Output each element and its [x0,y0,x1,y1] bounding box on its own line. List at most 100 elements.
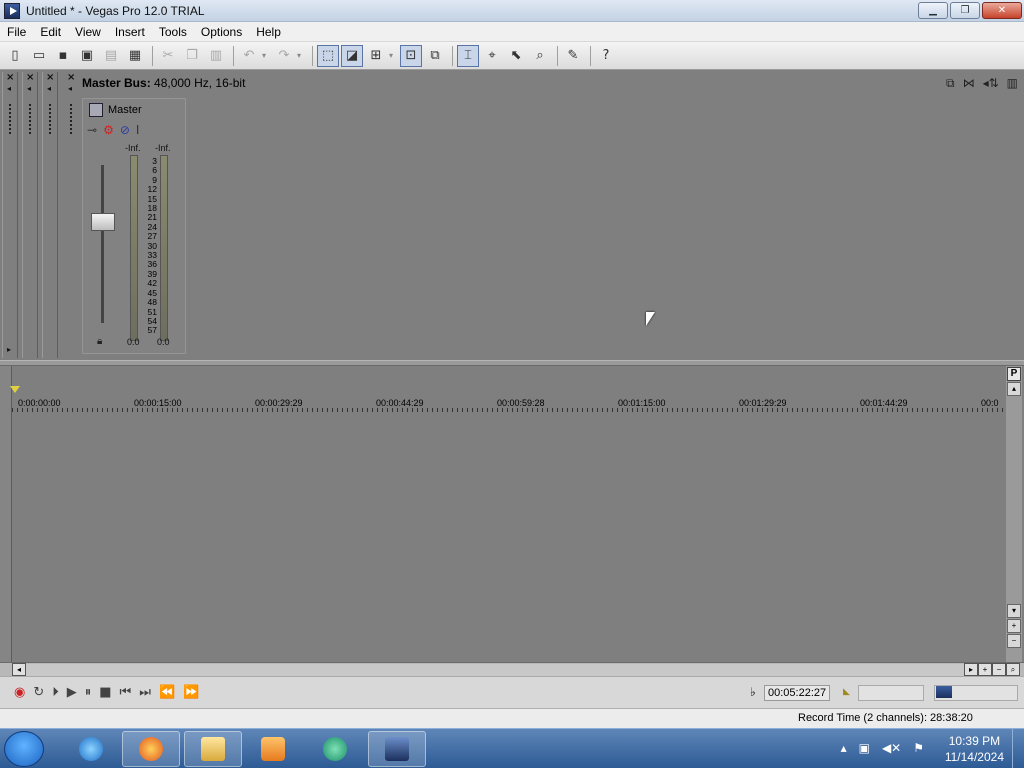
scroll-left-icon[interactable]: ◂ [12,663,26,676]
envelope-tool-icon[interactable]: ◪ [341,44,363,67]
timeline-horizontal-scrollbar[interactable]: ◂ ▸ + − ⌕ [0,662,1024,676]
menu-help[interactable]: Help [249,25,288,39]
whats-this-icon[interactable]: ? [595,45,617,67]
online-help-icon[interactable]: ✎ [562,45,584,67]
zoom-tool-small-icon[interactable]: ⌕ [1006,663,1020,676]
pause-icon[interactable]: ⏸ [85,685,92,700]
go-to-end-icon[interactable]: ⏭ [139,685,151,700]
redo-icon[interactable]: ↷ [273,45,295,67]
expand-arrow-icon[interactable]: ▸ [7,345,11,354]
zoom-tool-icon[interactable]: ⌕ [529,45,551,67]
grip-icon[interactable] [49,104,51,134]
zoom-out-horizontal-icon[interactable]: − [992,663,1006,676]
save-as-icon[interactable]: ▣ [76,45,98,67]
cut-icon[interactable]: ✂ [157,45,179,67]
zoom-in-horizontal-icon[interactable]: + [978,663,992,676]
maximize-button[interactable]: ❐ [950,2,980,19]
firefox-icon[interactable] [122,731,180,767]
insert-bus-icon[interactable]: ⧉ [946,76,955,91]
close-pane-icon[interactable]: × [46,72,54,83]
grip-icon[interactable] [70,104,72,134]
taskbar-clock[interactable]: 10:39 PM 11/14/2024 [945,733,1004,765]
project-marker-icon[interactable]: P [1007,367,1021,381]
save-icon[interactable]: ▪ [52,45,74,67]
auto-ripple-icon[interactable]: ⊡ [400,44,422,67]
horizontal-scroll-track[interactable] [26,663,964,676]
microphone-icon[interactable]: ♭ [750,685,756,699]
media-app-icon[interactable] [306,731,364,767]
close-button[interactable]: ✕ [982,2,1022,19]
loop-playback-icon[interactable]: ↻ [33,685,44,700]
envelope-edit-icon[interactable]: ⌖ [481,45,503,67]
paste-icon[interactable]: ▥ [205,45,227,67]
timeline-vertical-scrollbar[interactable]: P ▴ ▾ + − [1006,366,1022,662]
time-ruler[interactable]: 0:00:00:00 00:00:15:00 00:00:29:29 00:00… [12,396,1004,412]
close-pane-icon[interactable]: × [26,72,34,83]
mixer-options-icon[interactable]: ▥ [1007,76,1018,91]
lock-envelopes-icon[interactable]: ⧉ [424,45,446,67]
arrow-left-icon[interactable]: ◂ [47,84,51,93]
selection-tool-icon[interactable]: ⬉ [505,45,527,67]
menu-file[interactable]: File [0,25,33,39]
undo-icon[interactable]: ↶ [238,45,260,67]
record-icon[interactable]: ◉ [14,685,25,700]
file-explorer-icon[interactable] [184,731,242,767]
close-pane-icon[interactable]: × [6,72,14,83]
undo-dropdown-icon[interactable]: ▾ [262,51,270,60]
render-icon[interactable]: ▤ [100,45,122,67]
stop-icon[interactable]: ■ [99,685,111,700]
scroll-right-icon[interactable]: ▸ [964,663,978,676]
normal-edit-tool-icon[interactable]: ⬚ [317,44,339,67]
volume-muted-icon[interactable]: ◀✕ [882,741,901,755]
grip-icon[interactable] [9,104,11,134]
arrow-left-icon[interactable]: ◂ [27,84,31,93]
play-icon[interactable]: ▶ [67,685,77,700]
arrow-left-icon[interactable]: ◂ [68,84,72,93]
copy-icon[interactable]: ❐ [181,45,203,67]
cursor-timecode[interactable]: 00:05:22:27 [764,685,831,701]
docked-window-strip[interactable]: × ◂ [42,72,58,358]
redo-dropdown-icon[interactable]: ▾ [297,51,305,60]
snapping-icon[interactable]: ⊞ [365,45,387,67]
docked-window-strip[interactable]: × ◂ [22,72,38,358]
menu-view[interactable]: View [68,25,108,39]
menu-insert[interactable]: Insert [108,25,152,39]
lock-icon[interactable]: 🔒︎ [97,336,102,347]
selection-length-field[interactable] [858,685,924,701]
internet-explorer-icon[interactable] [62,731,120,767]
scroll-down-icon[interactable]: ▾ [1007,604,1021,618]
docked-window-strip[interactable]: × ◂ ▸ [2,72,18,358]
menu-edit[interactable]: Edit [33,25,68,39]
master-fader[interactable] [91,213,115,231]
scroll-up-icon[interactable]: ▴ [1007,382,1021,396]
insert-fx-icon[interactable]: ⊸ [87,123,97,137]
show-desktop-button[interactable] [1012,729,1024,768]
action-center-flag-icon[interactable]: ⚑ [913,741,924,755]
vertical-scroll-track[interactable] [1006,397,1022,603]
grip-icon[interactable] [29,104,31,134]
edit-tool-icon[interactable]: ⌶ [457,44,479,67]
downmix-icon[interactable]: ⋈ [963,76,975,91]
snapping-dropdown-icon[interactable]: ▾ [389,51,397,60]
play-from-start-icon[interactable]: ⏵ [52,685,59,700]
show-hidden-icons-icon[interactable]: ▴ [841,741,847,755]
master-bus-icon[interactable] [89,103,103,117]
cursor-marker-icon[interactable] [10,386,20,393]
zoom-out-vertical-icon[interactable]: − [1007,634,1021,648]
timeline-area[interactable]: 0:00:00:00 00:00:15:00 00:00:29:29 00:00… [0,366,1024,662]
fx-gear-icon[interactable]: ⚙ [103,123,114,137]
close-mixer-icon[interactable]: × [67,72,75,83]
network-icon[interactable]: ▣ [859,741,870,755]
media-player-icon[interactable] [244,731,302,767]
zoom-in-vertical-icon[interactable]: + [1007,619,1021,633]
minimize-button[interactable]: ▁ [918,2,948,19]
properties-icon[interactable]: ▦ [124,45,146,67]
vegas-pro-taskbar-icon[interactable] [368,731,426,767]
new-file-icon[interactable]: ▯ [4,45,26,67]
mute-icon[interactable]: ⊘ [120,123,130,137]
dim-output-icon[interactable]: ◂⇅ [983,76,999,91]
start-button-icon[interactable] [4,731,44,767]
next-frame-icon[interactable]: ⏩ [183,685,199,700]
previous-frame-icon[interactable]: ⏪ [159,685,175,700]
go-to-start-icon[interactable]: ⏮ [120,685,132,700]
